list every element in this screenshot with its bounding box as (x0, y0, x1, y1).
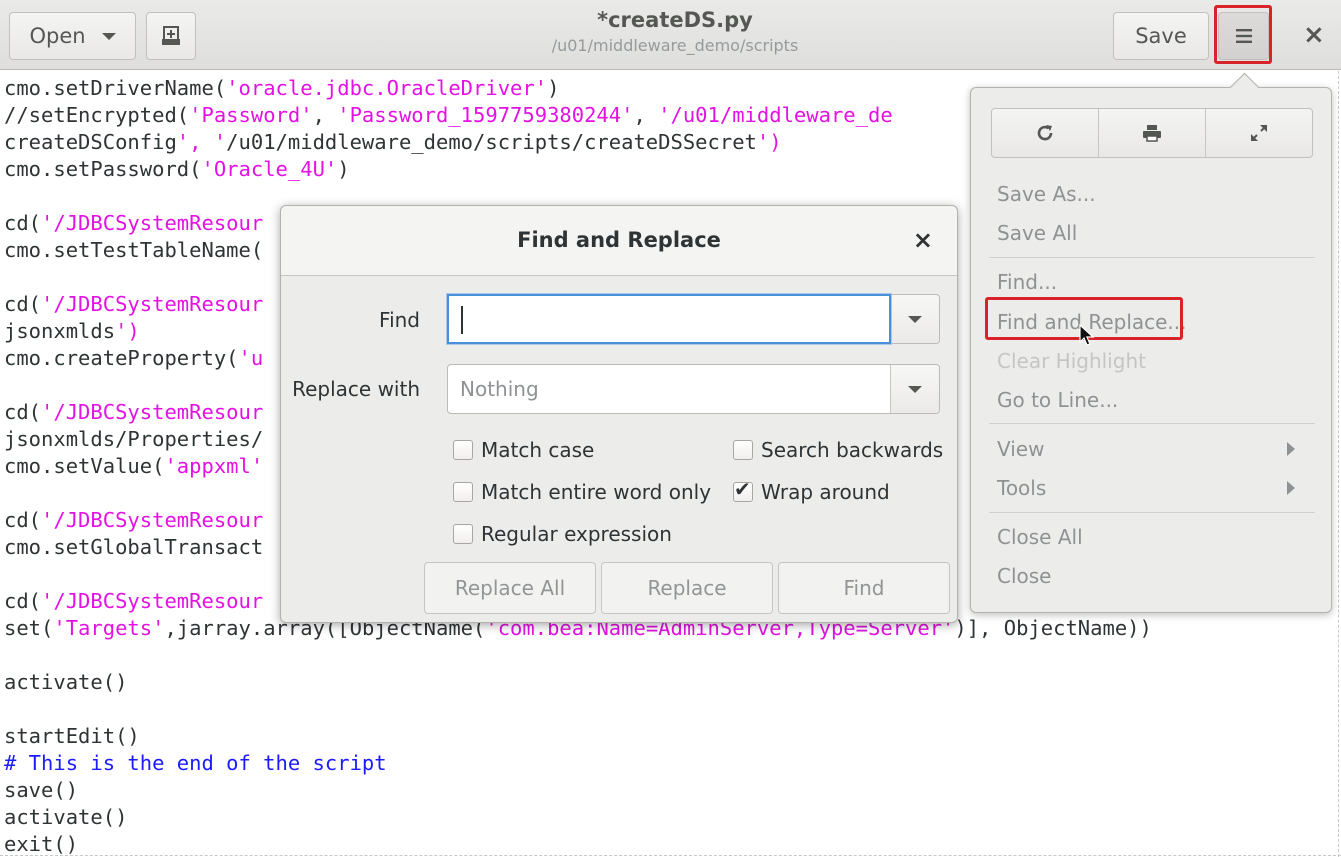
menu-icon-row (991, 108, 1313, 158)
code-line: # This is the end of the script (4, 751, 387, 775)
wrap-around-option[interactable]: ✔ Wrap around (733, 477, 890, 504)
code-line: cd('/JDBCSystemResour (4, 508, 264, 532)
reload-button[interactable] (992, 109, 1099, 157)
header-bar: Open *createDS.py /u01/middleware_demo/s… (0, 0, 1341, 70)
chevron-right-icon (1287, 442, 1295, 456)
code-line: startEdit() (4, 724, 140, 748)
save-label: Save (1135, 24, 1187, 48)
window-close-button[interactable]: × (1303, 20, 1325, 50)
code-line: activate() (4, 805, 128, 829)
code-line: //setEncrypted('Password', 'Password_159… (4, 103, 893, 127)
replace-all-button[interactable]: Replace All (424, 562, 596, 614)
gear-menu-popover: Save As... Save All Find... Find and Rep… (970, 87, 1332, 613)
open-button[interactable]: Open (9, 12, 136, 60)
menu-item-clear-highlight: Clear Highlight (997, 349, 1146, 373)
menu-item-close-all[interactable]: Close All (997, 525, 1083, 549)
find-input[interactable] (447, 294, 891, 344)
window-title: *createDS.py /u01/middleware_demo/script… (450, 8, 900, 55)
match-entire-word-checkbox[interactable] (453, 482, 473, 502)
match-entire-word-option[interactable]: Match entire word only (453, 480, 711, 504)
replace-label: Replace with (292, 377, 420, 401)
code-line: exit() (4, 832, 79, 856)
search-backwards-option[interactable]: Search backwards (733, 438, 943, 462)
menu-item-find[interactable]: Find... (997, 270, 1057, 294)
replace-input[interactable]: Nothing (448, 365, 890, 413)
match-case-checkbox[interactable] (453, 440, 473, 460)
code-line: jsonxmlds') (4, 319, 140, 343)
search-backwards-checkbox[interactable] (733, 440, 753, 460)
right-margin-line (1338, 71, 1339, 857)
replace-button[interactable]: Replace (601, 562, 773, 614)
dialog-close-button[interactable]: × (913, 226, 933, 254)
code-line: cd('/JDBCSystemResour (4, 589, 264, 613)
code-line: createDSConfig', '/u01/middleware_demo/s… (4, 130, 782, 154)
print-button[interactable] (1099, 109, 1206, 157)
reload-icon (1037, 125, 1053, 141)
checkmark-icon: ✔ (734, 477, 751, 501)
menu-separator (989, 423, 1315, 424)
code-line: cd('/JDBCSystemResour (4, 211, 264, 235)
menu-item-save-as[interactable]: Save As... (997, 182, 1096, 206)
search-backwards-label: Search backwards (761, 438, 944, 462)
find-history-dropdown[interactable] (890, 295, 939, 343)
document-title: *createDS.py (597, 8, 753, 32)
chevron-down-icon (908, 385, 922, 393)
code-line: cmo.setTestTableName( (4, 238, 264, 262)
wrap-around-checkbox[interactable]: ✔ (733, 477, 753, 502)
code-line: activate() (4, 670, 128, 694)
document-path: /u01/middleware_demo/scripts (551, 36, 799, 55)
regular-expression-label: Regular expression (481, 522, 672, 546)
chevron-down-icon (908, 315, 922, 323)
text-cursor (461, 306, 463, 334)
menu-item-save-all[interactable]: Save All (997, 221, 1077, 245)
replace-combo[interactable]: Nothing (447, 364, 940, 414)
wrap-around-label: Wrap around (761, 480, 890, 504)
code-line: save() (4, 778, 79, 802)
regular-expression-option[interactable]: Regular expression (453, 522, 672, 546)
match-entire-word-label: Match entire word only (481, 480, 712, 504)
menu-item-close[interactable]: Close (997, 564, 1051, 588)
menu-separator (989, 512, 1315, 513)
chevron-down-icon (101, 32, 116, 40)
print-icon (1143, 125, 1161, 142)
code-line: cmo.setPassword('Oracle_4U') (4, 157, 350, 181)
menu-item-go-to-line[interactable]: Go to Line... (997, 388, 1118, 412)
find-replace-dialog: Find and Replace × Find Replace with Not… (280, 205, 958, 623)
code-line: cmo.setValue('appxml' (4, 454, 264, 478)
chevron-right-icon (1287, 481, 1295, 495)
regular-expression-checkbox[interactable] (453, 524, 473, 544)
save-button[interactable]: Save (1113, 12, 1209, 60)
find-button[interactable]: Find (778, 562, 950, 614)
new-document-icon (162, 26, 180, 45)
dialog-title: Find and Replace (517, 228, 721, 252)
match-case-label: Match case (481, 438, 595, 462)
dialog-title-bar: Find and Replace × (281, 206, 957, 276)
menu-separator (989, 257, 1315, 258)
code-line: jsonxmlds/Properties/ (4, 427, 264, 451)
match-case-option[interactable]: Match case (453, 438, 594, 462)
fullscreen-button[interactable] (1206, 109, 1312, 157)
menu-item-view[interactable]: View (997, 437, 1044, 461)
code-line: cmo.createProperty('u (4, 346, 264, 370)
bottom-border (0, 855, 1341, 856)
new-document-button[interactable] (146, 12, 196, 60)
mouse-pointer-icon (1079, 324, 1095, 346)
close-icon: × (912, 226, 933, 254)
menu-item-tools[interactable]: Tools (997, 476, 1046, 500)
find-label: Find (379, 308, 420, 332)
code-line: cmo.setDriverName('oracle.jdbc.OracleDri… (4, 76, 560, 100)
fullscreen-icon (1251, 125, 1267, 141)
replace-history-dropdown[interactable] (890, 365, 939, 413)
menu-button-highlight (1214, 5, 1272, 64)
close-icon: × (1303, 20, 1325, 50)
code-line: cd('/JDBCSystemResour (4, 292, 264, 316)
code-line: cd('/JDBCSystemResour (4, 400, 264, 424)
open-label: Open (29, 24, 86, 48)
code-line: cmo.setGlobalTransact (4, 535, 264, 559)
find-combo[interactable] (447, 294, 940, 344)
